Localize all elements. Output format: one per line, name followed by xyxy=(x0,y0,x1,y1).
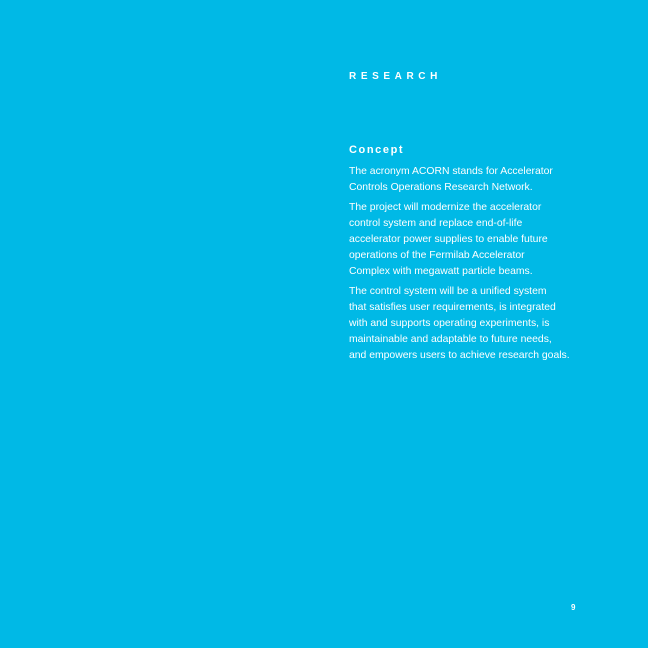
paragraph-line: maintainable and adaptable to future nee… xyxy=(349,334,552,345)
paragraph-line: Complex with megawatt particle beams. xyxy=(349,266,533,277)
page-number: 9 xyxy=(571,603,576,612)
paragraph-line: and empowers users to achieve research g… xyxy=(349,350,570,361)
section-label: RESEARCH xyxy=(349,71,442,82)
paragraph-line: The acronym ACORN stands for Accelerator xyxy=(349,166,553,177)
paragraph-control-system: The control system will be a unified sys… xyxy=(349,284,589,364)
section-heading: Concept xyxy=(349,144,405,156)
content-column: Concept The acronym ACORN stands for Acc… xyxy=(349,144,589,368)
paragraph-line: operations of the Fermilab Accelerator xyxy=(349,250,525,261)
paragraph-line: accelerator power supplies to enable fut… xyxy=(349,234,548,245)
paragraph-line: control system and replace end-of-life xyxy=(349,218,523,229)
paragraph-line: that satisfies user requirements, is int… xyxy=(349,302,556,313)
paragraph-line: with and supports operating experiments,… xyxy=(349,318,550,329)
paragraph-line: The project will modernize the accelerat… xyxy=(349,202,542,213)
paragraph-line: Controls Operations Research Network. xyxy=(349,182,533,193)
paragraph-acronym: The acronym ACORN stands for Accelerator… xyxy=(349,164,589,196)
paragraph-line: The control system will be a unified sys… xyxy=(349,286,547,297)
document-page: RESEARCH Concept The acronym ACORN stand… xyxy=(0,0,648,648)
paragraph-project: The project will modernize the accelerat… xyxy=(349,200,589,280)
